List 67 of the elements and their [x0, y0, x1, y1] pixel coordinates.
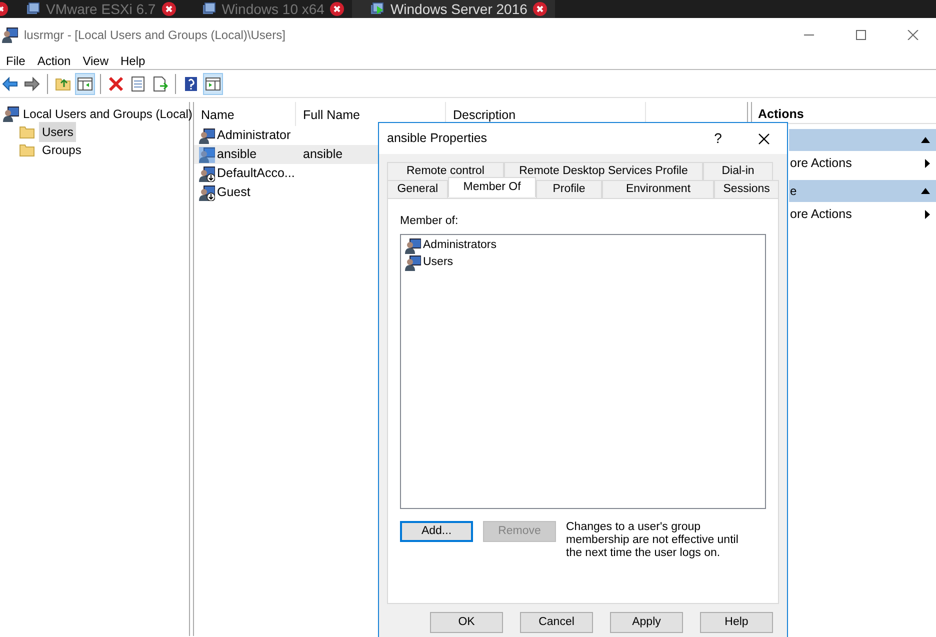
- dialog-tab[interactable]: Environment: [602, 180, 714, 198]
- list-item[interactable]: Administrators: [423, 237, 496, 254]
- menu-item[interactable]: File: [0, 52, 32, 69]
- toolbar-button[interactable]: [203, 72, 223, 94]
- dialog-title: ansible Properties: [387, 130, 488, 148]
- window-title: lusrmgr - [Local Users and Groups (Local)\Users]: [24, 27, 286, 44]
- maximize-icon[interactable]: [855, 30, 867, 40]
- list-row[interactable]: ansible ansible: [194, 145, 378, 164]
- dialog-button[interactable]: Cancel: [520, 612, 593, 633]
- close-icon[interactable]: [330, 2, 344, 16]
- membership-note: Changes to a user's group membership are not effective until the next time the user logs on.: [566, 521, 740, 560]
- help-icon: [183, 76, 199, 92]
- forward-arrow-icon: [24, 76, 40, 92]
- folder-icon: [19, 142, 35, 158]
- dialog-tab[interactable]: Dial-in: [703, 162, 773, 180]
- add-button[interactable]: Add...: [400, 521, 473, 542]
- menu-item[interactable]: View: [76, 52, 114, 69]
- menu-item[interactable]: Action: [31, 52, 77, 69]
- dialog-button[interactable]: Help: [700, 612, 773, 633]
- computer-users-icon: [3, 106, 19, 122]
- menu-item[interactable]: Help: [114, 52, 152, 69]
- folder-up-icon: [55, 76, 71, 92]
- export-icon: [152, 76, 168, 92]
- collapse-icon: [921, 137, 930, 143]
- dialog-tab[interactable]: Member Of: [448, 177, 536, 197]
- vm-icon: [202, 2, 216, 16]
- list-item[interactable]: Users: [423, 254, 454, 272]
- vm-running-icon: [370, 2, 384, 16]
- browser-tab[interactable]: VMware ESXi 6.7: [12, 0, 184, 18]
- close-icon[interactable]: [533, 2, 548, 16]
- vm-icon: [26, 2, 40, 16]
- help-button[interactable]: ?: [695, 128, 741, 149]
- dialog-button[interactable]: OK: [430, 612, 503, 633]
- dialog-tab[interactable]: General: [387, 180, 448, 198]
- browser-tab[interactable]: Windows Server 2016: [352, 0, 556, 18]
- dialog-tab[interactable]: Remote control: [387, 162, 504, 180]
- member-of-label: Member of:: [400, 214, 460, 229]
- tree-item[interactable]: Groups: [39, 140, 84, 160]
- column-header[interactable]: Name: [194, 102, 296, 126]
- action-pane-icon: [205, 76, 221, 92]
- users-icon: [2, 27, 18, 43]
- toolbar-button[interactable]: [75, 72, 95, 94]
- group-icon: [405, 238, 421, 254]
- dialog-tab[interactable]: Profile: [536, 180, 602, 198]
- tree-item[interactable]: Users: [39, 122, 76, 142]
- close-icon[interactable]: [162, 2, 176, 16]
- properties-icon: [130, 76, 146, 92]
- member-list[interactable]: Administrators Users: [400, 234, 766, 510]
- tree-item[interactable]: Local Users and Groups (Local): [23, 105, 192, 123]
- browser-tab[interactable]: Windows 10 x64: [184, 0, 352, 18]
- group-icon: [405, 254, 421, 271]
- dialog-button[interactable]: Apply: [610, 612, 683, 633]
- close-icon[interactable]: [758, 132, 770, 144]
- collapse-icon: [921, 188, 930, 194]
- list-row[interactable]: Administrator: [194, 126, 378, 145]
- close-icon[interactable]: [0, 2, 8, 16]
- submenu-arrow-icon: [925, 158, 930, 168]
- section-header[interactable]: e: [789, 180, 936, 202]
- submenu-arrow-icon: [925, 210, 930, 218]
- action-item[interactable]: ore Actions: [789, 202, 936, 226]
- back-arrow-icon: [2, 76, 18, 92]
- dialog-tab[interactable]: Sessions: [714, 180, 779, 198]
- action-item[interactable]: ore Actions: [789, 151, 936, 175]
- dialog-tab[interactable]: Remote Desktop Services Profile: [504, 162, 703, 180]
- folder-icon: [19, 124, 35, 140]
- tree-pane-icon: [77, 76, 93, 92]
- delete-icon: [108, 76, 124, 92]
